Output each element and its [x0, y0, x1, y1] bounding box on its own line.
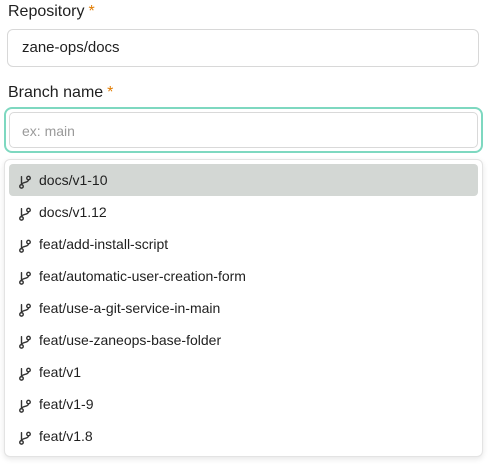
- branch-option-label: feat/v1-9: [39, 396, 94, 412]
- branch-option-label: docs/v1-10: [39, 172, 108, 188]
- branch-option-label: feat/automatic-user-creation-form: [39, 268, 246, 284]
- branch-option-label: docs/v1.12: [39, 204, 107, 220]
- branch-name-input[interactable]: ex: main: [9, 112, 478, 148]
- repository-label-text: Repository: [8, 3, 85, 20]
- git-branch-icon: [17, 238, 33, 254]
- git-branch-icon: [17, 430, 33, 446]
- branch-option-label: feat/use-zaneops-base-folder: [39, 332, 222, 348]
- branch-option-label: feat/v1: [39, 364, 82, 380]
- branch-option[interactable]: feat/add-install-script: [9, 228, 478, 260]
- required-mark: *: [88, 3, 95, 20]
- git-branch-icon: [17, 302, 33, 318]
- branch-option[interactable]: feat/use-zaneops-base-folder: [9, 324, 478, 356]
- repository-label: Repository *: [8, 2, 95, 22]
- git-branch-icon: [17, 270, 33, 286]
- branch-option-label: feat/add-install-script: [39, 236, 169, 252]
- branch-option-label: feat/use-a-git-service-in-main: [39, 300, 221, 316]
- branch-option[interactable]: feat/use-a-git-service-in-main: [9, 292, 478, 324]
- required-mark: *: [107, 84, 114, 101]
- branch-option[interactable]: feat/automatic-user-creation-form: [9, 260, 478, 292]
- repository-input[interactable]: zane-ops/docs: [7, 29, 479, 67]
- branch-name-input-wrapper: ex: main: [4, 107, 483, 153]
- git-branch-icon: [17, 334, 33, 350]
- branch-picker-form: Repository * zane-ops/docs Branch name * e…: [0, 0, 493, 466]
- branch-option[interactable]: feat/v1.8: [9, 420, 478, 452]
- git-branch-icon: [17, 206, 33, 222]
- branch-option[interactable]: feat/v1: [9, 356, 478, 388]
- branch-option[interactable]: feat/v1-9: [9, 388, 478, 420]
- branch-option-label: feat/v1.8: [39, 428, 93, 444]
- branch-name-label: Branch name *: [8, 83, 113, 103]
- git-branch-icon: [17, 398, 33, 414]
- branch-option[interactable]: docs/v1-10: [9, 164, 478, 196]
- branch-name-label-text: Branch name: [8, 84, 104, 101]
- branch-option[interactable]: docs/v1.12: [9, 196, 478, 228]
- git-branch-icon: [17, 174, 33, 190]
- git-branch-icon: [17, 366, 33, 382]
- branch-dropdown-list: docs/v1-10 docs/v1.12 feat/add-install-s…: [4, 159, 483, 457]
